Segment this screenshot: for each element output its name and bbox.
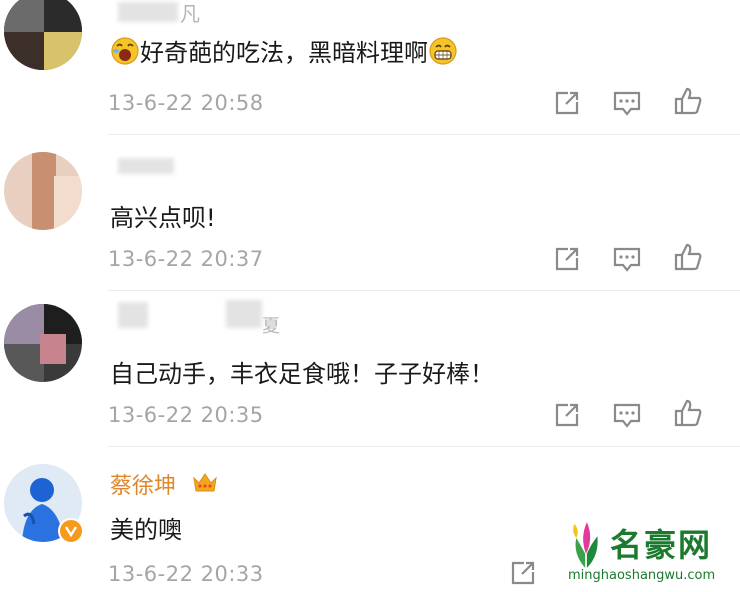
comment-text-value: 美的噢 bbox=[110, 516, 182, 544]
comment-item-1: 凡 好奇葩的吃法，黑暗料理啊 13-6-22 20:58 bbox=[0, 0, 740, 140]
like-icon[interactable] bbox=[673, 398, 703, 428]
comment-timestamp: 13-6-22 20:37 bbox=[108, 247, 264, 271]
username[interactable]: 夏 bbox=[262, 312, 280, 338]
comment-timestamp: 13-6-22 20:33 bbox=[108, 562, 264, 586]
comment-icon[interactable] bbox=[612, 88, 642, 118]
divider bbox=[108, 134, 740, 135]
username-mask bbox=[118, 2, 178, 22]
like-icon[interactable] bbox=[673, 86, 703, 116]
comment-text-value: 好奇葩的吃法，黑暗料理啊 bbox=[140, 39, 428, 67]
watermark: 名豪网 minghaoshangwu.com bbox=[560, 516, 736, 590]
avatar[interactable] bbox=[4, 0, 82, 70]
username[interactable]: 蔡徐坤 bbox=[110, 468, 176, 500]
comment-text-value: 高兴点呗! bbox=[110, 204, 216, 232]
comment-text-value: 自己动手，丰衣足食哦！子子好棒！ bbox=[110, 360, 494, 388]
comment-timestamp: 13-6-22 20:58 bbox=[108, 91, 264, 115]
divider bbox=[108, 446, 740, 447]
comment-icon[interactable] bbox=[612, 400, 642, 430]
laughing-emoji-icon bbox=[110, 36, 140, 66]
comment-timestamp: 13-6-22 20:35 bbox=[108, 403, 264, 427]
comment-item-3: 夏 自己动手，丰衣足食哦！子子好棒！ 13-6-22 20:35 bbox=[0, 290, 740, 448]
crown-icon bbox=[192, 470, 218, 494]
comment-text: 好奇葩的吃法，黑暗料理啊 bbox=[110, 33, 458, 68]
username-mask bbox=[226, 300, 262, 328]
username-mask bbox=[118, 158, 174, 174]
comment-text: 高兴点呗! bbox=[110, 198, 216, 233]
watermark-name: 名豪网 bbox=[610, 526, 713, 564]
grinning-emoji-icon bbox=[428, 36, 458, 66]
share-icon[interactable] bbox=[552, 244, 582, 274]
verified-badge-icon bbox=[58, 518, 84, 544]
leaf-logo-icon bbox=[573, 522, 598, 568]
avatar[interactable] bbox=[4, 304, 82, 382]
comment-icon[interactable] bbox=[612, 244, 642, 274]
username-mask bbox=[118, 302, 148, 328]
like-icon[interactable] bbox=[673, 242, 703, 272]
comment-text: 自己动手，丰衣足食哦！子子好棒！ bbox=[110, 354, 494, 389]
avatar[interactable] bbox=[4, 152, 82, 230]
watermark-url: minghaoshangwu.com bbox=[568, 568, 716, 583]
comment-item-2: 高兴点呗! 13-6-22 20:37 bbox=[0, 140, 740, 291]
share-icon[interactable] bbox=[508, 558, 538, 588]
username[interactable]: 凡 bbox=[180, 0, 200, 27]
share-icon[interactable] bbox=[552, 400, 582, 430]
comment-text: 美的噢 bbox=[110, 510, 182, 545]
share-icon[interactable] bbox=[552, 88, 582, 118]
